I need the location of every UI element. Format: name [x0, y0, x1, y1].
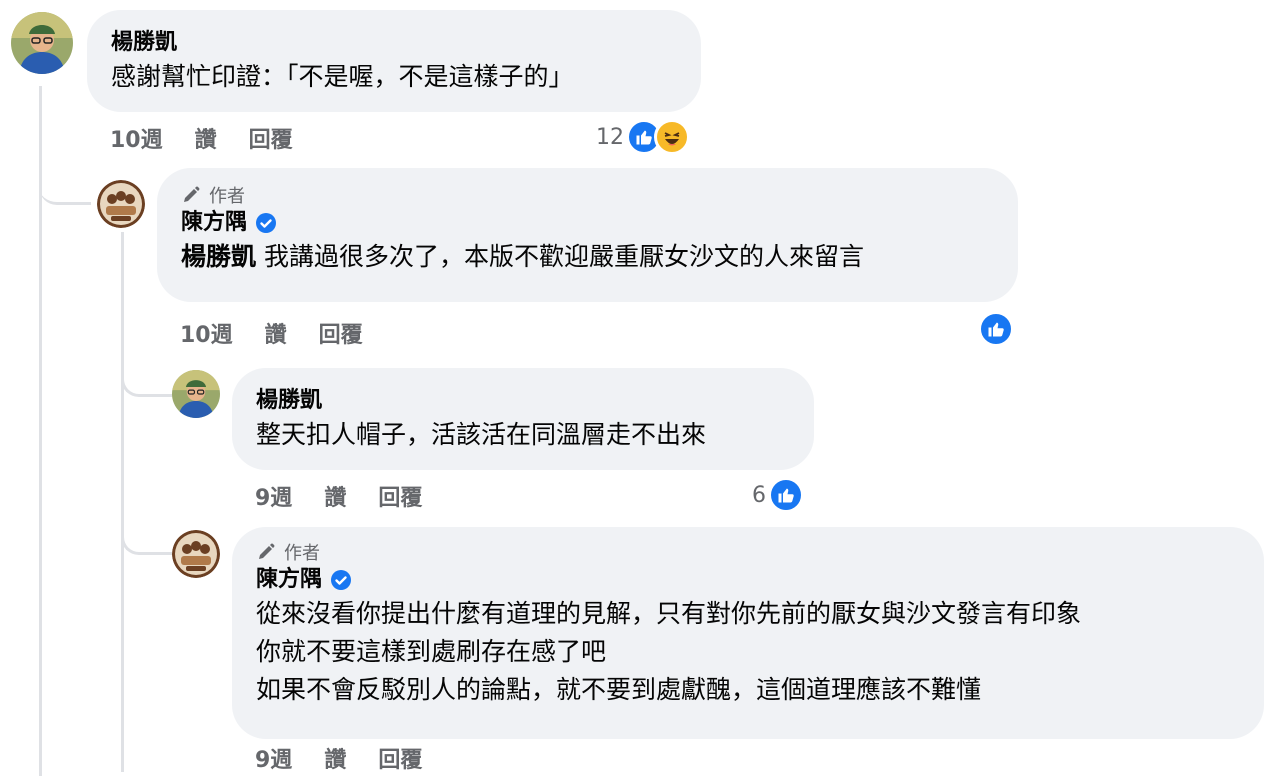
thread-connector — [121, 500, 172, 555]
timestamp[interactable]: 10週 — [180, 317, 233, 349]
avatar[interactable] — [172, 530, 220, 578]
avatar[interactable] — [97, 180, 145, 228]
verified-badge-icon — [330, 569, 352, 591]
thread-connector — [121, 340, 172, 397]
like-button[interactable]: 讚 — [265, 317, 287, 349]
comment-text-line: 如果不會反駁別人的論點，就不要到處獻醜，這個道理應該不難懂 — [256, 675, 982, 704]
like-button[interactable]: 讚 — [195, 122, 217, 154]
mention-link[interactable]: 楊勝凱 — [181, 242, 256, 271]
reply-button[interactable]: 回覆 — [319, 317, 363, 349]
commenter-name[interactable]: 陳方隅 — [256, 565, 1240, 595]
commenter-name[interactable]: 楊勝凱 — [111, 28, 677, 58]
reply-button[interactable]: 回覆 — [378, 742, 422, 774]
timestamp[interactable]: 10週 — [110, 122, 163, 154]
author-tag: 作者 — [181, 182, 994, 208]
comment-text-line: 你就不要這樣到處刷存在感了吧 — [256, 637, 607, 666]
commenter-name[interactable]: 楊勝凱 — [256, 386, 790, 416]
author-tag: 作者 — [256, 539, 1240, 565]
comment-actions: 9週 讚 回覆 — [255, 480, 454, 512]
reaction-count: 6 — [752, 482, 766, 508]
comment-text: 感謝幫忙印證：「不是喔，不是這樣子的」 — [111, 62, 574, 91]
avatar[interactable] — [11, 12, 73, 74]
comment-bubble: 作者 陳方隅 楊勝凱 我講過很多次了，本版不歡迎嚴重厭女沙文的人來留言 — [157, 168, 1018, 302]
comment-bubble: 楊勝凱 整天扣人帽子，活該活在同溫層走不出來 — [232, 368, 814, 470]
like-icon — [768, 477, 804, 513]
comment-text: 楊勝凱 我講過很多次了，本版不歡迎嚴重厭女沙文的人來留言 — [181, 242, 864, 271]
comment-actions: 9週 讚 回覆 — [255, 742, 454, 774]
haha-icon — [654, 119, 690, 155]
comment-text: 整天扣人帽子，活該活在同溫層走不出來 — [256, 420, 707, 449]
comment-bubble: 楊勝凱 感謝幫忙印證：「不是喔，不是這樣子的」 — [87, 10, 701, 112]
reaction-count: 12 — [596, 124, 624, 150]
timestamp[interactable]: 9週 — [255, 480, 292, 512]
reaction-summary[interactable]: 12 — [596, 118, 690, 156]
comment-bubble: 作者 陳方隅 從來沒看你提出什麼有道理的見解，只有對你先前的厭女與沙文發言有印象… — [232, 527, 1264, 739]
comment-actions: 10週 讚 回覆 — [180, 317, 395, 349]
avatar[interactable] — [172, 370, 220, 418]
comment-text-line: 從來沒看你提出什麼有道理的見解，只有對你先前的厭女與沙文發言有印象 — [256, 599, 1082, 628]
timestamp[interactable]: 9週 — [255, 742, 292, 774]
comment-actions: 10週 讚 回覆 — [110, 122, 325, 154]
pencil-icon — [259, 543, 275, 559]
reply-button[interactable]: 回覆 — [249, 122, 293, 154]
pencil-icon — [184, 186, 200, 202]
verified-badge-icon — [255, 212, 277, 234]
thread-connector — [39, 150, 91, 205]
reply-button[interactable]: 回覆 — [378, 480, 422, 512]
like-button[interactable]: 讚 — [324, 480, 346, 512]
commenter-name[interactable]: 陳方隅 — [181, 208, 994, 238]
like-button[interactable]: 讚 — [324, 742, 346, 774]
like-icon — [978, 311, 1014, 347]
reaction-summary[interactable] — [978, 310, 1014, 348]
reaction-summary[interactable]: 6 — [752, 476, 804, 514]
